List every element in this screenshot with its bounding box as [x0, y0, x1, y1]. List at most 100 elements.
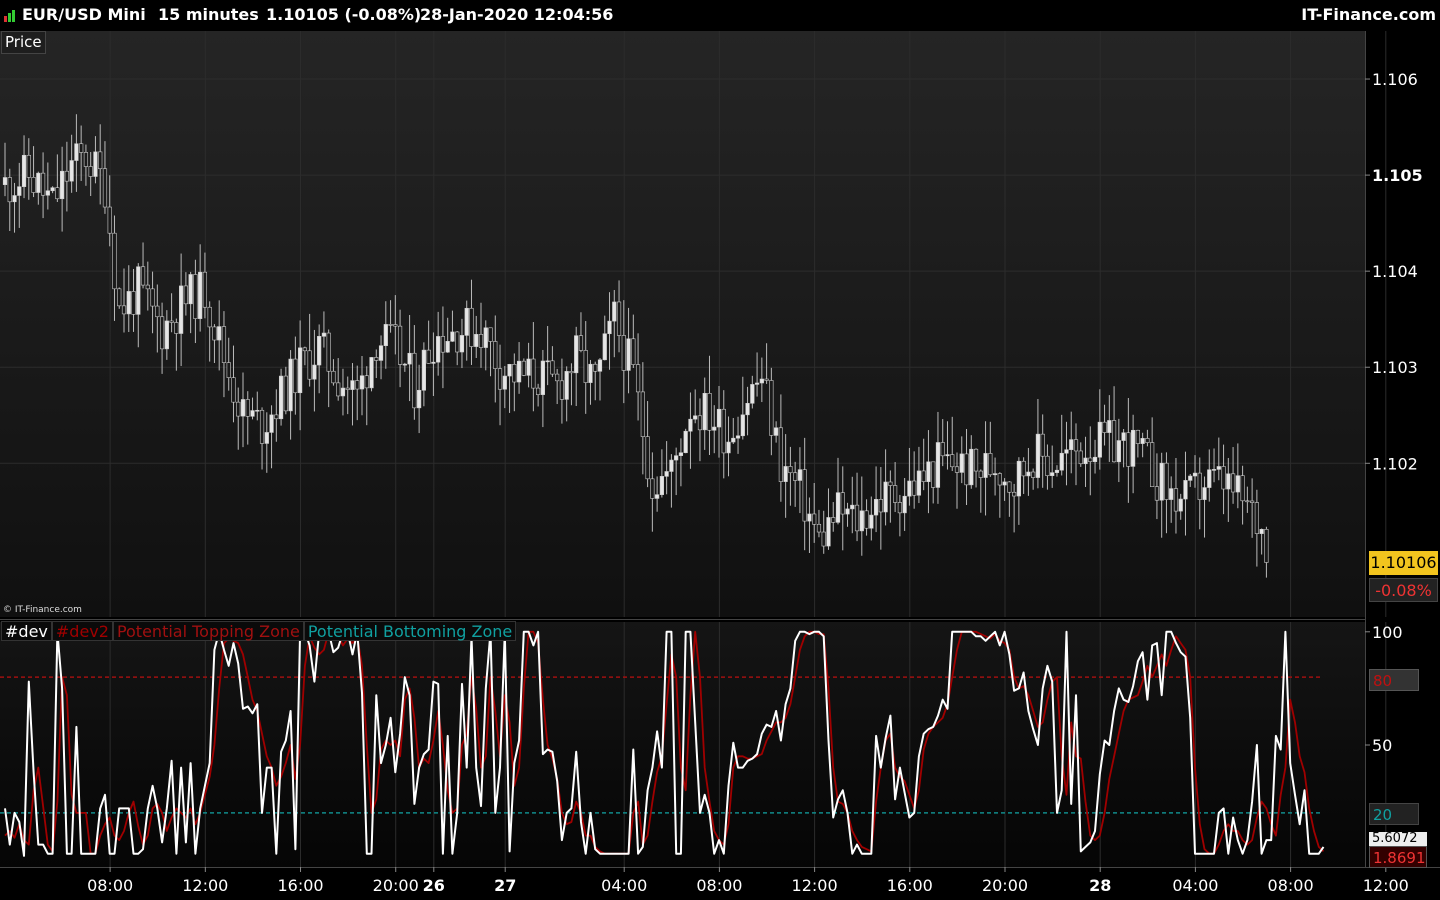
indicator-y-tick-label: 100	[1372, 623, 1403, 642]
legend-dev2[interactable]: #dev2	[51, 621, 113, 641]
candle-body	[388, 324, 393, 326]
x-tick-label: 27	[494, 876, 516, 895]
candle-body	[826, 517, 831, 547]
candle-body	[650, 478, 655, 499]
candle-body	[574, 335, 579, 374]
y-tick-label: 1.105	[1372, 166, 1423, 185]
candle-body	[759, 378, 764, 384]
candle-body	[374, 357, 379, 361]
candle-body	[345, 387, 350, 390]
candle-body	[174, 322, 179, 334]
candle-body	[255, 409, 260, 412]
x-tick-label: 20:00	[373, 876, 419, 895]
bottoming-zone-tag: 20	[1369, 803, 1419, 825]
candle-body	[245, 399, 250, 417]
candle-body	[1054, 469, 1060, 473]
candle-body	[940, 442, 945, 457]
candle-body	[912, 480, 917, 496]
candle-body	[250, 410, 255, 417]
chart-canvas[interactable]: 1.106 1.105 1.104 1.103 1.102 100 50 08:00 12:0…	[0, 0, 1440, 900]
candle-body	[1197, 472, 1202, 500]
candle-body	[859, 510, 864, 532]
candle-body	[978, 470, 983, 478]
indicator-legend: #dev #dev2 Potential Topping Zone Potent…	[1, 621, 517, 641]
candle-body	[1069, 439, 1074, 450]
candle-body	[1040, 433, 1045, 457]
candle-body	[450, 331, 455, 342]
candle-body	[797, 469, 803, 481]
candle-body	[493, 341, 498, 369]
candle-body	[60, 170, 65, 200]
candle-body	[969, 448, 974, 486]
candle-body	[136, 266, 141, 315]
legend-bottoming-zone[interactable]: Potential Bottoming Zone	[303, 621, 517, 641]
candle-body	[336, 382, 341, 397]
candle-body	[483, 327, 488, 348]
x-tick-label: 08:00	[696, 876, 742, 895]
candle-body	[207, 306, 212, 328]
y-tick-label: 1.104	[1372, 262, 1418, 281]
candle-body	[369, 357, 374, 389]
price-panel-label[interactable]: Price	[1, 31, 46, 54]
candle-body	[1007, 481, 1012, 493]
candle-body	[164, 320, 169, 350]
watermark: © IT-Finance.com	[3, 605, 82, 615]
candle-body	[1254, 502, 1259, 534]
candle-body	[350, 380, 355, 390]
candle-body	[693, 415, 698, 420]
candle-body	[616, 301, 622, 336]
candle-body	[340, 387, 346, 397]
candle-body	[1107, 420, 1112, 433]
candle-body	[1178, 498, 1183, 512]
candle-body	[564, 371, 569, 400]
candle-body	[992, 473, 998, 476]
candle-body	[1140, 438, 1145, 444]
candle-body	[1064, 449, 1069, 454]
candle-body	[783, 466, 788, 482]
legend-dev[interactable]: #dev	[1, 621, 52, 641]
price-panel-bg	[0, 31, 1365, 617]
y-tick-label: 1.103	[1372, 358, 1418, 377]
x-tick-label: 12:00	[792, 876, 838, 895]
candle-body	[640, 391, 645, 437]
candle-body	[469, 307, 474, 347]
candle-body	[988, 453, 993, 476]
time-axis[interactable]: 08:00 12:00 16:00 20:00 26 27 04:00 08:00 12:00 1…	[87, 867, 1409, 895]
candle-body	[1259, 529, 1264, 534]
candle-body	[407, 352, 412, 365]
candle-body	[612, 301, 617, 322]
candle-body	[21, 154, 27, 187]
candle-body	[1235, 475, 1240, 493]
candle-body	[1230, 473, 1236, 493]
candle-body	[17, 186, 22, 196]
legend-topping-zone[interactable]: Potential Topping Zone	[112, 621, 304, 641]
candle-body	[302, 347, 307, 352]
x-tick-label: 26	[423, 876, 445, 895]
candle-body	[854, 504, 860, 532]
candle-body	[155, 305, 160, 318]
candle-body	[1135, 429, 1140, 444]
candle-body	[1045, 455, 1050, 477]
candle-body	[893, 485, 898, 503]
candle-body	[526, 358, 531, 376]
candle-body	[683, 430, 688, 454]
candle-body	[1145, 438, 1150, 443]
price-axis[interactable]: 1.106 1.105 1.104 1.103 1.102 100 50	[1365, 70, 1423, 755]
candle-body	[1207, 469, 1212, 488]
x-tick-label: 20:00	[982, 876, 1028, 895]
candle-body	[569, 371, 574, 374]
candle-body	[426, 349, 431, 364]
candle-body	[93, 151, 98, 177]
candle-body	[655, 494, 660, 499]
candle-body	[421, 349, 426, 391]
x-tick-label: 12:00	[1363, 876, 1409, 895]
candle-body	[1083, 457, 1088, 465]
x-tick-label: 04:00	[1172, 876, 1218, 895]
candle-body	[1173, 488, 1179, 512]
candle-body	[916, 470, 922, 496]
candle-body	[607, 320, 612, 335]
candle-body	[1059, 452, 1064, 471]
candle-body	[50, 187, 55, 192]
candle-body	[278, 375, 284, 420]
candle-body	[659, 476, 664, 495]
